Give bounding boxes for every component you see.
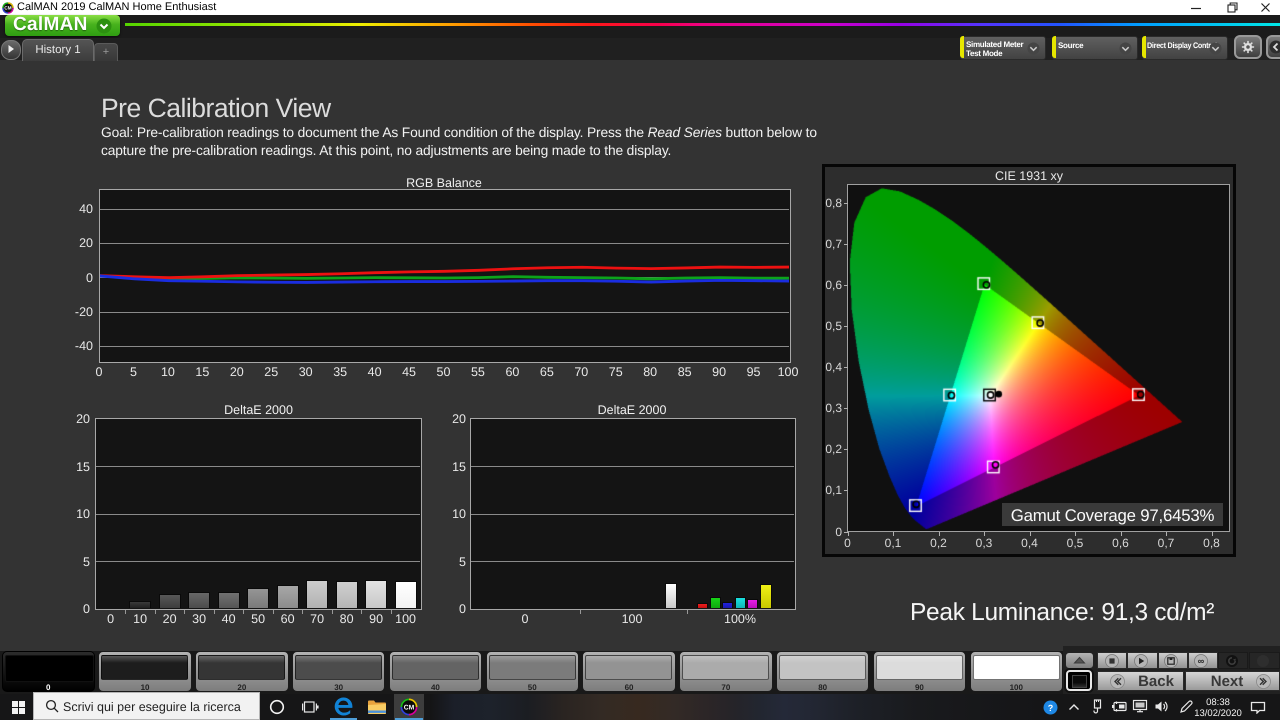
svg-text:∞: ∞ [1198, 656, 1205, 666]
svg-text:CM: CM [4, 5, 11, 10]
svg-text:?: ? [1048, 703, 1054, 713]
svg-text:CM: CM [404, 704, 415, 712]
